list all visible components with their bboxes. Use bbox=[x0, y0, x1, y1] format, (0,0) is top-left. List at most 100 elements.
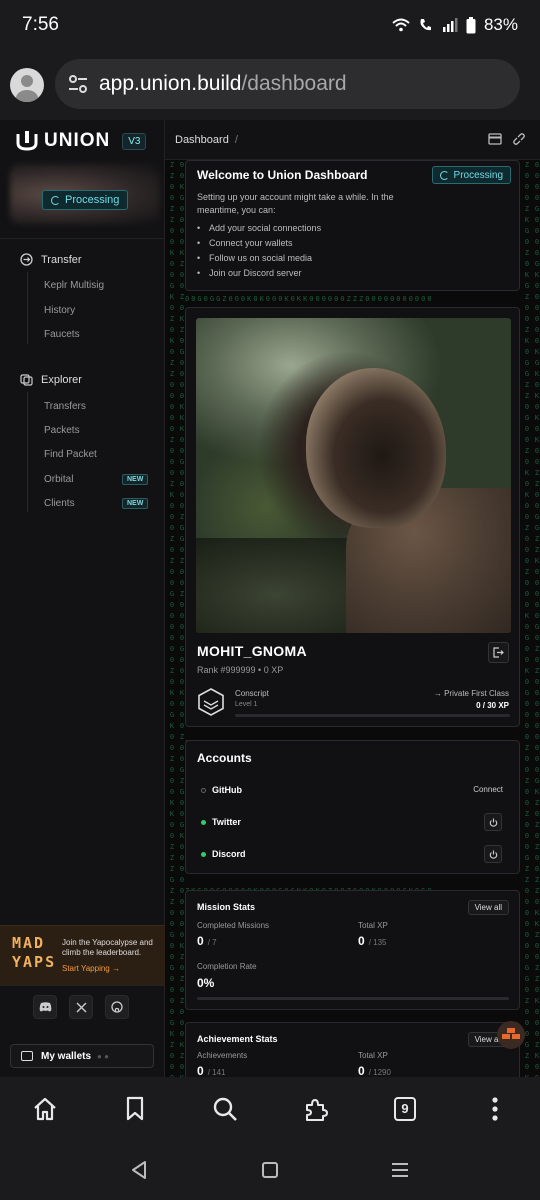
completed-missions-label: Completed Missions bbox=[197, 921, 270, 930]
content-topbar: Dashboard / bbox=[165, 120, 540, 160]
photo-dog-head bbox=[306, 368, 446, 528]
start-yapping-link[interactable]: Start Yapping → bbox=[62, 964, 120, 973]
rank-insignia-icon bbox=[198, 688, 224, 716]
union-logo[interactable]: UNION V3 bbox=[16, 130, 147, 152]
discord-icon[interactable] bbox=[33, 995, 57, 1019]
nav-item-clients[interactable]: Clients bbox=[44, 498, 75, 509]
welcome-description: Setting up your account might take a whi… bbox=[197, 192, 394, 215]
logout-icon bbox=[493, 647, 504, 658]
profile-avatar[interactable] bbox=[10, 68, 44, 102]
divider bbox=[0, 238, 165, 239]
stack-icon bbox=[502, 1028, 520, 1039]
rank-text: Rank #999999 • 0 XP bbox=[197, 665, 284, 675]
nav-item-history[interactable]: History bbox=[44, 305, 75, 316]
nav-item-packets[interactable]: Packets bbox=[44, 425, 80, 436]
power-icon bbox=[489, 818, 497, 827]
achievement-xp-value: 0/ 1290 bbox=[358, 1064, 391, 1077]
account-row-discord: Discord bbox=[201, 849, 246, 859]
search-icon[interactable] bbox=[211, 1095, 239, 1123]
achievements-label: Achievements bbox=[197, 1051, 248, 1060]
new-badge: NEW bbox=[122, 498, 149, 509]
card-icon[interactable] bbox=[488, 133, 502, 145]
more-options-icon[interactable] bbox=[481, 1095, 509, 1123]
xp-progress-bar bbox=[235, 714, 510, 717]
mission-stats-title: Mission Stats bbox=[197, 902, 256, 912]
version-badge: V3 bbox=[122, 132, 147, 150]
back-icon[interactable] bbox=[130, 1160, 148, 1180]
nav-section-transfer[interactable]: Transfer bbox=[20, 253, 82, 266]
url-text[interactable]: app.union.build/dashboard bbox=[99, 72, 347, 96]
mad-yaps-promo[interactable]: MAD YAPS Join the Yapocalypse and climb t… bbox=[0, 925, 165, 985]
level-number: Level 1 bbox=[235, 701, 258, 708]
battery-icon bbox=[466, 16, 476, 33]
welcome-card: Welcome to Union Dashboard Processing Se… bbox=[185, 160, 520, 291]
achievement-stats-title: Achievement Stats bbox=[197, 1034, 278, 1044]
home-icon[interactable] bbox=[31, 1095, 59, 1123]
matrix-column: Z 0 0 0 Z K G 0 Z 0 K G Z 0 0 Z K 0 G G … bbox=[524, 161, 530, 1077]
completion-rate-label: Completion Rate bbox=[197, 962, 257, 971]
list-item: Follow us on social media bbox=[197, 251, 321, 266]
view-all-missions-button[interactable]: View all bbox=[467, 900, 509, 915]
disconnect-discord-button[interactable] bbox=[484, 845, 502, 863]
nav-item-faucets[interactable]: Faucets bbox=[44, 329, 80, 340]
browser-toolbar: 9 bbox=[0, 1077, 540, 1140]
nav-tree-line bbox=[27, 392, 28, 512]
nav-item-find-packet[interactable]: Find Packet bbox=[44, 449, 97, 460]
home-nav-icon[interactable] bbox=[261, 1160, 279, 1180]
my-wallets-button[interactable]: My wallets ● ● bbox=[10, 1044, 154, 1068]
wifi-icon bbox=[392, 18, 410, 32]
logo-wordmark: UNION bbox=[44, 130, 111, 151]
breadcrumb-separator: / bbox=[234, 133, 238, 146]
spinner-icon bbox=[439, 170, 449, 180]
promo-text: Join the Yapocalypse and climb the leade… bbox=[62, 938, 153, 957]
extensions-icon[interactable] bbox=[301, 1095, 329, 1123]
accounts-title: Accounts bbox=[197, 751, 252, 765]
total-xp-label: Total XP bbox=[358, 921, 388, 930]
matrix-column: 0 0 0 0 G 0 0 0 0 G K 0 0 0 0 0 0 K G K … bbox=[534, 161, 540, 1077]
wallet-icon bbox=[21, 1051, 33, 1061]
spinner-icon bbox=[51, 195, 60, 205]
tabs-button[interactable]: 9 bbox=[391, 1095, 419, 1123]
status-icons: 83% bbox=[392, 15, 518, 35]
list-item: Join our Discord server bbox=[197, 266, 321, 281]
power-icon bbox=[489, 850, 497, 859]
bookmark-icon[interactable] bbox=[121, 1095, 149, 1123]
nav-item-keplr-multisig[interactable]: Keplr Multisig bbox=[44, 280, 104, 291]
divider bbox=[0, 985, 165, 986]
welcome-list: Add your social connections Connect your… bbox=[197, 221, 321, 281]
status-bar: 7:56 83% bbox=[0, 0, 540, 50]
xp-progress-text: 0 / 30 XP bbox=[476, 701, 509, 710]
nav-item-orbital[interactable]: Orbital bbox=[44, 474, 73, 485]
new-badge: NEW bbox=[122, 474, 149, 485]
battery-level: 83% bbox=[483, 15, 518, 34]
social-links bbox=[33, 995, 129, 1019]
github-icon[interactable] bbox=[105, 995, 129, 1019]
completed-missions-value: 0/ 7 bbox=[197, 934, 217, 948]
site-settings-icon[interactable] bbox=[67, 73, 89, 95]
sidebar: UNION V3 Processing Transfer Keplr Multi… bbox=[0, 120, 165, 1077]
clock: 7:56 bbox=[22, 14, 59, 35]
matrix-column: Z Z 0 0 Z Z 0 0 K 0 0 G K 0 Z 0 K 0 Z Z … bbox=[169, 161, 175, 1077]
x-icon[interactable] bbox=[69, 995, 93, 1019]
total-xp-value: 0/ 135 bbox=[358, 934, 387, 948]
floating-app-button[interactable] bbox=[497, 1021, 525, 1049]
welcome-title: Welcome to Union Dashboard bbox=[197, 168, 368, 182]
matrix-row: 00G0GGZ000K0K000K0KK000000ZZZ00000000000 bbox=[185, 295, 434, 303]
recents-icon[interactable] bbox=[391, 1160, 409, 1180]
nav-item-transfers[interactable]: Transfers bbox=[44, 401, 86, 412]
breadcrumb-dashboard[interactable]: Dashboard bbox=[175, 134, 229, 146]
link-icon[interactable] bbox=[512, 133, 526, 145]
disconnect-twitter-button[interactable] bbox=[484, 813, 502, 831]
connect-github-button[interactable]: Connect bbox=[473, 785, 503, 794]
status-dot bbox=[201, 819, 206, 825]
signal-icon bbox=[442, 18, 458, 32]
union-logo-icon bbox=[16, 131, 38, 151]
mission-stats-card: Mission Stats View all Completed Mission… bbox=[185, 890, 520, 1010]
profile-card: MOHIT_GNOMA Rank #999999 • 0 XP Conscrip… bbox=[185, 307, 520, 727]
achievements-value: 0/ 141 bbox=[197, 1064, 226, 1077]
logout-button[interactable] bbox=[488, 642, 509, 663]
processing-badge: Processing bbox=[42, 190, 129, 210]
nav-section-explorer[interactable]: Explorer bbox=[20, 373, 82, 386]
url-bar[interactable]: app.union.build/dashboard bbox=[55, 59, 520, 109]
level-name: Conscript bbox=[235, 689, 269, 698]
